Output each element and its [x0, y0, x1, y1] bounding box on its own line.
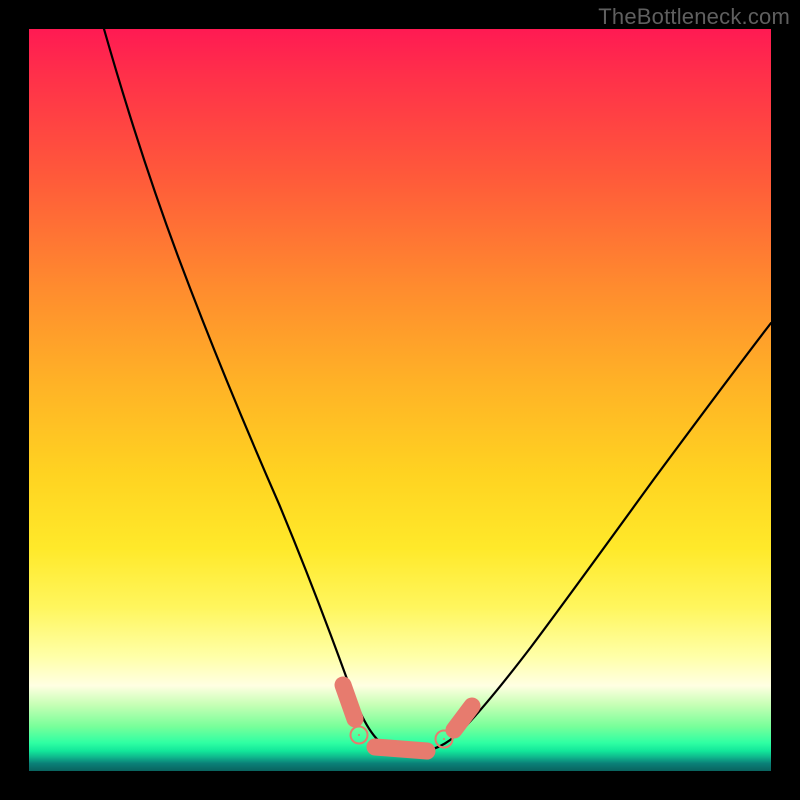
blob-5: [454, 706, 472, 730]
bottleneck-curve: [104, 29, 771, 752]
blob-3: [375, 747, 427, 751]
outer-frame: TheBottleneck.com: [0, 0, 800, 800]
blob-4: [443, 738, 445, 740]
blob-2: [358, 734, 360, 736]
curve-svg: [29, 29, 771, 771]
blob-1: [343, 685, 355, 719]
watermark-text: TheBottleneck.com: [598, 4, 790, 30]
min-region-blobs: [343, 685, 472, 751]
plot-area: [29, 29, 771, 771]
